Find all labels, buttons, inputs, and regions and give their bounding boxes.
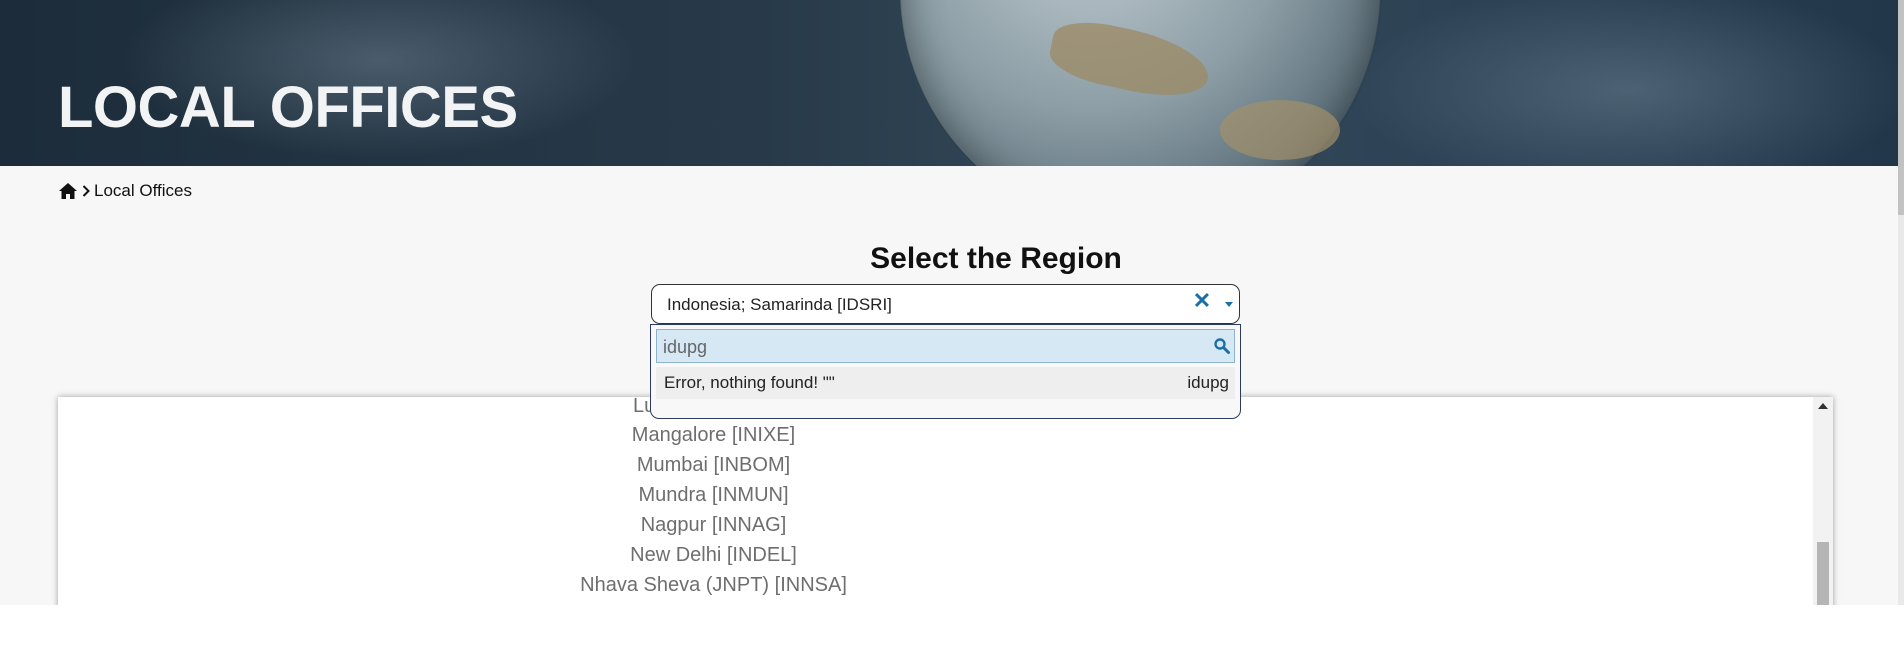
list-item[interactable]: Mumbai [INBOM]: [58, 453, 1369, 477]
no-results-message: Error, nothing found! "" idupg: [656, 367, 1235, 399]
region-search-input[interactable]: [657, 330, 1205, 364]
hero-globe-land: [1220, 100, 1340, 160]
page-title: LOCAL OFFICES: [58, 75, 518, 140]
hero-cloud: [1350, 0, 1898, 166]
list-item[interactable]: Mangalore [INIXE]: [58, 423, 1369, 447]
no-results-text: Error, nothing found! "": [664, 373, 835, 392]
list-item[interactable]: Nagpur [INNAG]: [58, 513, 1369, 537]
region-select-value: Indonesia; Samarinda [IDSRI]: [667, 295, 892, 314]
home-icon[interactable]: [58, 182, 78, 200]
list-scrollbar[interactable]: [1813, 397, 1833, 605]
region-dropdown: Error, nothing found! "" idupg: [650, 324, 1241, 419]
caret-down-icon[interactable]: [1222, 297, 1236, 311]
list-item[interactable]: Nhava Sheva (JNPT) [INNSA]: [58, 573, 1369, 597]
region-heading: Select the Region: [870, 242, 1122, 275]
clear-selection-icon[interactable]: ✕: [1192, 289, 1212, 313]
window-scrollbar[interactable]: [1898, 0, 1904, 605]
scroll-up-arrow-icon[interactable]: [1818, 403, 1828, 409]
chevron-right-icon: [82, 185, 90, 197]
breadcrumb: Local Offices: [58, 180, 192, 202]
offices-list-panel[interactable]: Lu Mangalore [INIXE] Mumbai [INBOM] Mund…: [58, 397, 1833, 605]
breadcrumb-current: Local Offices: [94, 181, 192, 200]
region-select[interactable]: Indonesia; Samarinda [IDSRI] ✕: [651, 284, 1240, 324]
hero-banner: LOCAL OFFICES: [0, 0, 1898, 166]
page: LOCAL OFFICES Local Offices Select the R…: [0, 0, 1898, 605]
region-search-box[interactable]: [656, 329, 1235, 364]
list-item[interactable]: New Delhi [INDEL]: [58, 543, 1369, 567]
scroll-thumb[interactable]: [1817, 542, 1829, 605]
no-results-query: idupg: [1187, 373, 1229, 392]
search-icon[interactable]: [1213, 337, 1231, 355]
window-scroll-thumb[interactable]: [1898, 0, 1904, 215]
list-item[interactable]: Mundra [INMUN]: [58, 483, 1369, 507]
